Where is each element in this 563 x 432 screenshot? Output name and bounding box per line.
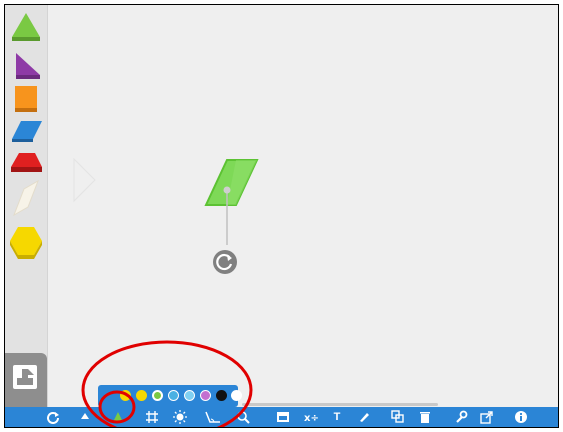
- swatch-green[interactable]: [152, 390, 163, 401]
- swatch-yellow-1[interactable]: [120, 390, 131, 401]
- workspace-canvas[interactable]: [50, 5, 558, 407]
- triangle-icon: [12, 13, 40, 41]
- zoom-icon: [237, 411, 250, 424]
- brightness-button[interactable]: [170, 407, 190, 427]
- duplicate-button[interactable]: [388, 407, 408, 427]
- shape-sidebar: [5, 5, 48, 409]
- rotate-handle[interactable]: [211, 248, 239, 276]
- card-button[interactable]: [273, 407, 293, 427]
- tools-button[interactable]: [451, 407, 471, 427]
- share-button[interactable]: [477, 407, 497, 427]
- refresh-button[interactable]: [43, 407, 63, 427]
- canvas-drawing: [73, 157, 259, 245]
- rotate-icon: [213, 250, 237, 274]
- app-window: x÷ T: [4, 4, 559, 428]
- swatch-blue[interactable]: [168, 390, 179, 401]
- hexagon-icon: [10, 227, 42, 259]
- bottom-toolbar: x÷ T: [5, 407, 558, 427]
- fill-button[interactable]: [75, 407, 95, 427]
- svg-text:x÷: x÷: [304, 413, 318, 424]
- text-icon: T: [333, 411, 341, 423]
- swatch-yellow-2[interactable]: [136, 390, 147, 401]
- shape-center-dot: [223, 186, 231, 194]
- hexagon-shape-button[interactable]: [8, 223, 44, 267]
- tool-panel-button[interactable]: [5, 353, 47, 409]
- swatch-light-blue[interactable]: [184, 390, 195, 401]
- right-triangle-icon: [16, 53, 40, 79]
- stamp-icon: [13, 365, 37, 389]
- trash-icon: [420, 412, 430, 423]
- thin-rhombus-icon: [13, 179, 39, 217]
- zoom-button[interactable]: [233, 407, 253, 427]
- ratio-icon: x÷: [304, 413, 318, 424]
- triangle-shape-button[interactable]: [8, 9, 44, 45]
- wrench-icon: [456, 410, 468, 423]
- color-button[interactable]: [108, 407, 128, 427]
- delete-button[interactable]: [415, 407, 435, 427]
- ratio-button[interactable]: x÷: [301, 407, 321, 427]
- info-icon: [515, 411, 527, 423]
- square-shape-button[interactable]: [8, 83, 44, 119]
- sun-icon: [173, 410, 187, 424]
- grid-button[interactable]: [142, 407, 162, 427]
- color-icon: [113, 412, 123, 422]
- fill-icon: [81, 413, 89, 419]
- right-triangle-shape-button[interactable]: [8, 49, 44, 85]
- share-icon: [480, 411, 493, 424]
- swatch-black[interactable]: [216, 390, 227, 401]
- angle-icon: [205, 411, 220, 423]
- horizontal-scrollbar[interactable]: [242, 403, 438, 406]
- duplicate-icon: [391, 410, 404, 423]
- color-palette: [98, 385, 242, 407]
- text-button[interactable]: T: [327, 407, 347, 427]
- pen-button[interactable]: [354, 407, 374, 427]
- swatch-purple[interactable]: [200, 390, 211, 401]
- refresh-icon: [47, 412, 59, 424]
- pen-icon: [360, 413, 369, 422]
- angle-button[interactable]: [203, 407, 223, 427]
- grid-icon: [146, 411, 158, 423]
- swatch-white[interactable]: [231, 390, 242, 401]
- square-icon: [15, 86, 37, 112]
- info-button[interactable]: [511, 407, 531, 427]
- card-icon: [277, 412, 289, 422]
- thin-rhombus-shape-button[interactable]: [8, 177, 44, 217]
- ghost-shape: [73, 157, 96, 203]
